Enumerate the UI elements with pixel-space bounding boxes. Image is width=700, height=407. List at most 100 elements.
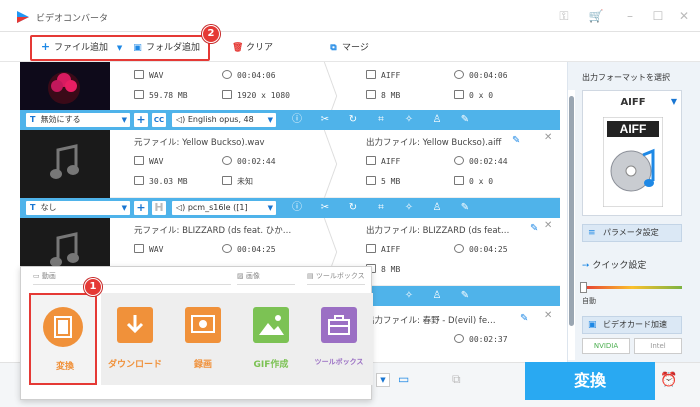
source-filename: 元ファイル: BLIZZARD (ds feat. ひか… [134, 226, 292, 236]
chevron-down-icon: ▼ [121, 116, 127, 124]
sliders-icon: ≡ [588, 228, 596, 238]
edit-pen-icon[interactable]: ✎ [520, 313, 528, 324]
cut-icon[interactable]: ✂ [318, 113, 332, 127]
merge-button[interactable]: ⧉ マージ [328, 40, 369, 53]
rotate-icon[interactable]: ↻ [346, 113, 360, 127]
effect-wand-icon[interactable]: ✧ [402, 289, 416, 303]
track-control-strip: T なし ▼ + H ◁) pcm_s16le ([1] ▼ ⓘ ✂ ↻ ⌗ ✧ ♙… [20, 198, 560, 218]
audio-format-icon [366, 156, 376, 165]
record-tile-label: 録画 [193, 360, 212, 370]
track-control-strip: T 無効にする ▼ + CC ◁) English opus, 48 ▼ ⓘ ✂ ↻… [20, 110, 560, 130]
output-format-panel: 出力フォーマットを選択 AIFF ▼ AIFF ≡ パラメータ設定 ➙ クイック設… [567, 62, 700, 362]
key-icon[interactable]: ⚿ [556, 8, 572, 24]
add-subtitle-button[interactable]: + [134, 201, 148, 215]
src-duration: 00:04:06 [222, 70, 276, 80]
convert-button[interactable]: 変換 [525, 362, 655, 400]
toolbox-tile[interactable]: ツールボックス [305, 293, 373, 385]
step-badge-2: 2 [202, 25, 220, 43]
audio-format-icon [366, 244, 376, 253]
cart-icon[interactable]: 🛒 [588, 8, 604, 24]
info-icon[interactable]: ⓘ [290, 113, 304, 127]
download-tile[interactable]: ダウンロード [101, 293, 169, 385]
gpu-acceleration-button[interactable]: ▣ ビデオカード加速 [582, 316, 682, 334]
scrollbar-thumb[interactable] [569, 96, 574, 326]
output-path-dropdown[interactable]: ▼ [376, 373, 390, 387]
format-name: AIFF [620, 97, 646, 108]
section-divider [307, 284, 365, 285]
clock-icon [222, 70, 232, 79]
title-bar: ビデオコンバータ ⚿ 🛒 – ☐ ✕ [0, 0, 700, 32]
h-icon[interactable]: H [152, 201, 166, 215]
output-filename: 出力ファイル: 春野 - D(evil) fe… [366, 316, 496, 326]
trash-icon: 🗑 [232, 43, 244, 53]
remove-row-button[interactable]: ✕ [544, 132, 552, 143]
crop-icon[interactable]: ⌗ [374, 113, 388, 127]
section-divider [237, 284, 295, 285]
music-note-icon [50, 144, 79, 179]
watermark-stamp-icon[interactable]: ♙ [430, 289, 444, 303]
info-icon[interactable]: ⓘ [290, 201, 304, 215]
remove-row-button[interactable]: ✕ [544, 220, 552, 231]
file-size-icon [134, 90, 144, 99]
effect-wand-icon[interactable]: ✧ [402, 201, 416, 215]
src-resolution: 1920 x 1080 [222, 90, 290, 100]
dst-duration: 00:02:44 [454, 156, 508, 166]
chip-icon: ▣ [588, 320, 597, 330]
effect-wand-icon[interactable]: ✧ [402, 113, 416, 127]
edit-pen-icon[interactable]: ✎ [512, 135, 520, 146]
format-selector[interactable]: AIFF ▼ AIFF [582, 90, 682, 216]
film-icon [43, 307, 83, 347]
clear-button[interactable]: 🗑 クリア [232, 40, 273, 53]
merge-output-icon[interactable]: ⧉ [452, 372, 461, 387]
watermark-stamp-icon[interactable]: ♙ [430, 113, 444, 127]
quality-slider-handle[interactable] [580, 282, 587, 293]
chevron-down-icon: ▼ [121, 204, 127, 212]
audio-format-icon [134, 70, 144, 79]
intel-badge[interactable]: Intel [634, 338, 682, 354]
audio-track-select[interactable]: ◁) pcm_s16le ([1] ▼ [172, 201, 276, 215]
maximize-button[interactable]: ☐ [650, 8, 666, 24]
text-t-icon: T [30, 115, 36, 124]
parameter-settings-button[interactable]: ≡ パラメータ設定 [582, 224, 682, 242]
feature-menu-popup: ▭ 動画 ▨ 画像 ▤ ツールボックス 変換 ダウンロード 録画 GIF作成 ツ… [20, 266, 373, 400]
list-scrollbar[interactable] [568, 90, 575, 360]
cc-icon[interactable]: CC [152, 113, 166, 127]
folder-icon[interactable]: ▭ [398, 372, 409, 386]
add-subtitle-button[interactable]: + [134, 113, 148, 127]
crop-icon[interactable]: ⌗ [374, 201, 388, 215]
clock-icon [454, 244, 464, 253]
convert-tile-label: 変換 [55, 362, 74, 372]
edit-subtitle-icon[interactable]: ✎ [458, 113, 472, 127]
speaker-icon: ◁) [176, 115, 186, 124]
convert-tile[interactable]: 変換 [29, 293, 97, 385]
edit-subtitle-icon[interactable]: ✎ [458, 201, 472, 215]
record-tile[interactable]: 録画 [169, 293, 237, 385]
edit-subtitle-icon[interactable]: ✎ [458, 289, 472, 303]
subtitle-select[interactable]: T 無効にする ▼ [26, 113, 130, 127]
watermark-stamp-icon[interactable]: ♙ [430, 201, 444, 215]
clock-icon [454, 70, 464, 79]
minimize-button[interactable]: – [622, 8, 638, 24]
cut-icon[interactable]: ✂ [318, 201, 332, 215]
dst-resolution: 0 x 0 [454, 176, 493, 186]
auto-label: 自動 [582, 297, 596, 305]
resolution-icon [454, 90, 464, 99]
nvidia-badge[interactable]: NVIDIA [582, 338, 630, 354]
clock-icon [454, 156, 464, 165]
quick-settings-label: ➙ クイック設定 [582, 261, 647, 271]
dst-resolution: 0 x 0 [454, 90, 493, 100]
file-row[interactable]: 元ファイル: Yellow Buckso).wav WAV 00:02:44 3… [20, 130, 560, 198]
subtitle-select[interactable]: T なし ▼ [26, 201, 130, 215]
audio-track-select[interactable]: ◁) English opus, 48 ▼ [172, 113, 276, 127]
alarm-clock-icon[interactable]: ⏰ [660, 372, 677, 388]
source-filename: 元ファイル: Yellow Buckso).wav [134, 138, 265, 148]
gif-maker-tile[interactable]: GIF作成 [237, 293, 305, 385]
clock-icon [222, 244, 232, 253]
quality-slider-track[interactable] [582, 286, 682, 289]
image-mountain-icon [253, 307, 289, 343]
edit-pen-icon[interactable]: ✎ [530, 223, 538, 234]
dst-size: 5 MB [366, 176, 400, 186]
rotate-icon[interactable]: ↻ [346, 201, 360, 215]
close-button[interactable]: ✕ [676, 8, 692, 24]
remove-row-button[interactable]: ✕ [544, 310, 552, 321]
